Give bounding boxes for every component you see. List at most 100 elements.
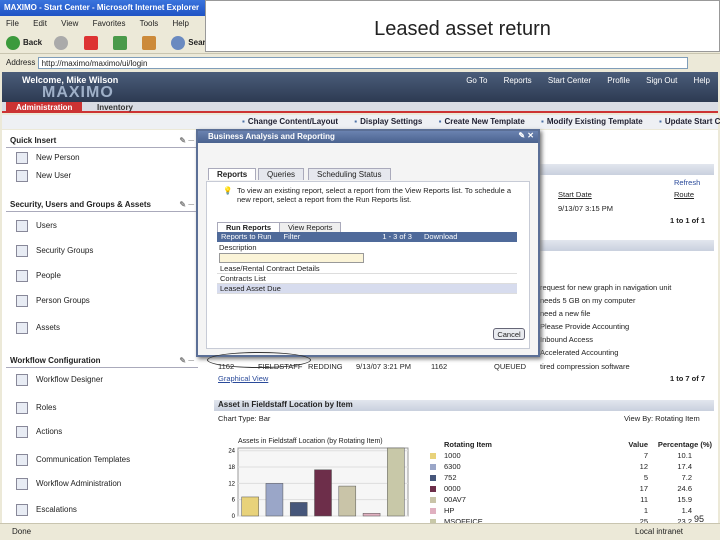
legend-row[interactable]: 0000 17 24.6 [426, 484, 704, 495]
wo-line: Please Provide Accounting [540, 322, 630, 331]
legend-swatch [430, 453, 436, 459]
workflow-admin-icon [16, 478, 28, 490]
reports-link[interactable]: Reports [504, 76, 532, 85]
business-analysis-dialog: Business Analysis and Reporting ✎ ✕ Repo… [196, 129, 540, 368]
record-count: 1 to 7 of 7 [670, 374, 706, 383]
back-button[interactable]: Back [6, 36, 42, 50]
refresh-link[interactable]: Refresh [674, 178, 700, 187]
create-template-link[interactable]: Create New Template [439, 117, 525, 126]
list-item[interactable]: New User [16, 170, 71, 184]
legend-percentage: 17.4 [677, 462, 692, 471]
help-link[interactable]: Help [694, 76, 710, 85]
sign-out-link[interactable]: Sign Out [646, 76, 677, 85]
tab-view-reports[interactable]: View Reports [279, 222, 342, 232]
start-date-header[interactable]: Start Date [558, 190, 592, 199]
list-item[interactable]: Workflow Administration [16, 478, 121, 492]
cancel-button[interactable]: Cancel [493, 328, 525, 340]
bar-752[interactable] [289, 502, 308, 517]
route-header[interactable]: Route [674, 190, 694, 199]
y-tick-label: 24 [228, 449, 235, 455]
portlet-controls-icon[interactable]: ✎ ─ [179, 136, 194, 145]
legend-table: Rotating Item Value Percentage (%) 1000 7… [426, 440, 712, 528]
update-start-center-link[interactable]: Update Start Center [659, 117, 720, 126]
legend-row[interactable]: HP 1 1.4 [426, 506, 704, 517]
bar-00AV7[interactable] [338, 485, 357, 517]
left-column: Quick Insert ✎ ─ New Person New User Secu… [2, 130, 198, 523]
bar-6300[interactable] [265, 483, 284, 517]
profile-link[interactable]: Profile [607, 76, 630, 85]
goto-link[interactable]: Go To [466, 76, 487, 85]
tab-scheduling-status[interactable]: Scheduling Status [308, 168, 391, 180]
bar-1000[interactable] [241, 496, 259, 517]
menu-favorites[interactable]: Favorites [93, 19, 126, 28]
legend-value: 7 [643, 451, 648, 460]
stop-button[interactable] [83, 36, 101, 50]
menu-file[interactable]: File [6, 19, 19, 28]
list-item[interactable]: Escalations [16, 504, 77, 518]
list-item[interactable]: Users [16, 220, 57, 234]
refresh-button[interactable] [112, 36, 130, 50]
list-item[interactable]: New Person [16, 152, 80, 166]
list-item[interactable]: Security Groups [16, 245, 93, 259]
modify-template-link[interactable]: Modify Existing Template [541, 117, 643, 126]
list-item[interactable]: Communication Templates [16, 454, 130, 468]
legend-percentage: 15.9 [677, 495, 692, 504]
chart-type-label[interactable]: Chart Type: Bar [218, 414, 270, 423]
list-item[interactable]: Workflow Designer [16, 374, 103, 388]
people-icon [16, 270, 28, 282]
tab-inventory[interactable]: Inventory [87, 102, 143, 113]
workflow-designer-icon [16, 374, 28, 386]
menu-view[interactable]: View [61, 19, 78, 28]
address-input[interactable]: http://maximo/maximo/ui/login [37, 57, 688, 69]
wo-line: request for new graph in navigation unit [540, 283, 672, 292]
browser-window: MAXIMO - Start Center - Microsoft Intern… [0, 0, 720, 540]
list-item[interactable]: Person Groups [16, 295, 90, 309]
legend-row[interactable]: 6300 12 17.4 [426, 462, 704, 473]
bar-HP[interactable] [362, 513, 381, 517]
reports-table-title: Reports to Run [221, 232, 272, 241]
bar-MSOFFICE[interactable] [387, 447, 405, 517]
legend-row[interactable]: 00AV7 11 15.9 [426, 495, 704, 506]
tab-reports[interactable]: Reports [208, 168, 257, 180]
start-center-link[interactable]: Start Center [548, 76, 591, 85]
filter-link[interactable]: Filter [284, 232, 301, 241]
menu-edit[interactable]: Edit [33, 19, 47, 28]
change-layout-link[interactable]: Change Content/Layout [242, 117, 338, 126]
portlet-controls-icon[interactable]: ✎ ─ [179, 200, 194, 209]
graphical-view-link[interactable]: Graphical View [218, 374, 268, 383]
communication-templates-icon [16, 454, 28, 466]
description-filter-input[interactable] [219, 253, 364, 263]
quick-insert-header: Quick Insert ✎ ─ [6, 136, 198, 148]
table-row[interactable]: Lease/Rental Contract Details [217, 264, 517, 274]
users-icon [16, 220, 28, 232]
reports-table: Reports to Run Filter 1 - 3 of 3 Downloa… [217, 232, 517, 294]
roles-icon [16, 402, 28, 414]
list-item[interactable]: People [16, 270, 61, 284]
list-item[interactable]: Actions [16, 426, 62, 440]
view-by-label[interactable]: View By: Rotating Item [624, 414, 700, 423]
legend-row[interactable]: 752 5 7.2 [426, 473, 704, 484]
bar-0000[interactable] [314, 469, 332, 517]
portlet-controls-icon[interactable]: ✎ ─ [179, 356, 194, 365]
legend-row[interactable]: 1000 7 10.1 [426, 451, 704, 462]
list-item[interactable]: Roles [16, 402, 56, 416]
list-item[interactable]: Assets [16, 322, 60, 336]
table-row[interactable]: Contracts List [217, 274, 517, 284]
home-button[interactable] [142, 36, 159, 50]
legend-item: 752 [444, 473, 457, 482]
tab-queries[interactable]: Queries [258, 168, 305, 180]
tab-run-reports[interactable]: Run Reports [217, 222, 280, 232]
description-column-label: Description [219, 243, 257, 252]
download-link[interactable]: Download [424, 232, 457, 241]
status-text: Done [12, 527, 32, 536]
display-settings-link[interactable]: Display Settings [354, 117, 422, 126]
forward-button[interactable] [54, 36, 71, 50]
tab-administration[interactable]: Administration [6, 102, 83, 113]
security-header: Security, Users and Groups & Assets ✎ ─ [6, 200, 198, 212]
menu-help[interactable]: Help [173, 19, 189, 28]
table-row[interactable]: Leased Asset Due [217, 284, 517, 294]
y-tick-label: 6 [232, 498, 236, 504]
menu-bar: File Edit View Favorites Tools Help [0, 16, 205, 32]
menu-tools[interactable]: Tools [140, 19, 159, 28]
close-icon[interactable]: ✎ ✕ [518, 131, 534, 140]
